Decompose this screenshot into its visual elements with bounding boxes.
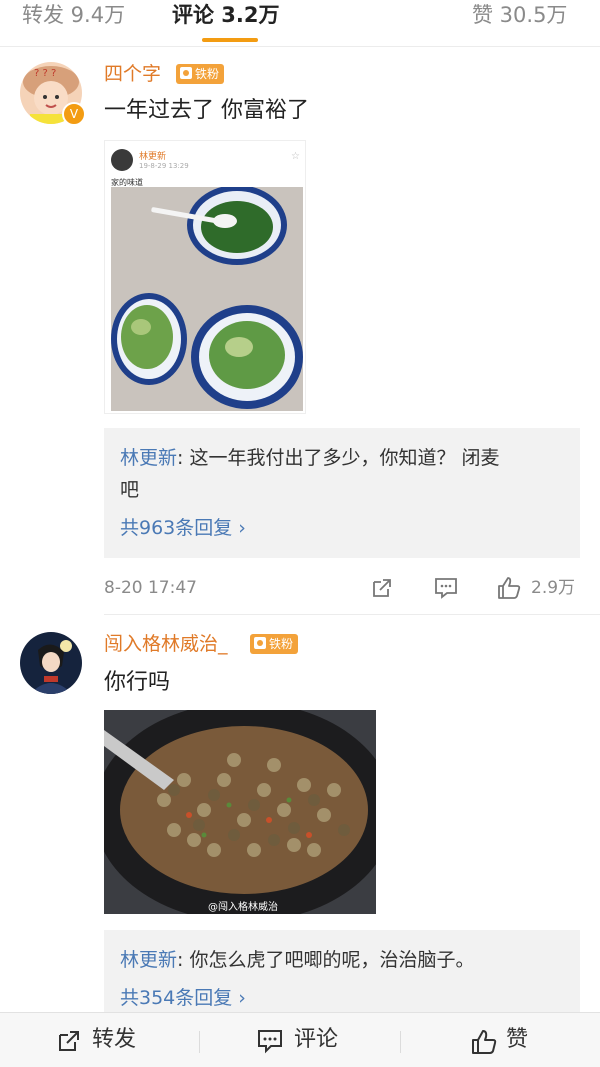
repost-label: 转发: [92, 1027, 137, 1052]
avatar[interactable]: [20, 632, 82, 694]
embedded-time: 19-8-29 13:29: [139, 162, 189, 170]
reply-text-wrap: 吧: [120, 479, 140, 501]
embedded-author: 林更新: [139, 152, 167, 162]
reply-line: 林更新: 这一年我付出了多少，你知道？ 闭麦: [120, 442, 566, 474]
like-icon[interactable]: [496, 575, 522, 601]
like-label: 赞: [506, 1027, 529, 1052]
comment-username[interactable]: 四个字: [104, 62, 161, 86]
dishes-photo: [111, 187, 303, 411]
comment-label: 评论: [294, 1027, 339, 1052]
comment-tabs: 转发 9.4万 评论 3.2万 赞 30.5万: [0, 0, 600, 46]
snail-dish-photo: [104, 710, 376, 914]
fan-badge-label: 铁粉: [195, 67, 220, 81]
embedded-post-image[interactable]: 林更新 19-8-29 13:29 ☆ 家的味道: [104, 140, 306, 414]
image-watermark: @闯入格林威治: [208, 902, 278, 913]
tab-comments[interactable]: 评论 3.2万: [172, 0, 280, 30]
share-icon[interactable]: [370, 576, 394, 600]
like-bar-icon: [472, 1030, 497, 1054]
repost-icon: [59, 1031, 79, 1051]
fan-badge-label: 铁粉: [269, 637, 294, 651]
comment-text: 你行吗: [104, 670, 171, 695]
reply-username[interactable]: 林更新: [120, 447, 177, 469]
reply-line: 林更新: 你怎么虎了吧唧的呢，治治脑子。: [120, 944, 566, 976]
comment-text: 一年过去了 你富裕了: [104, 98, 309, 123]
tab-likes[interactable]: 赞 30.5万: [472, 0, 567, 30]
tabs-divider: [0, 46, 600, 47]
like-count: 2.9万: [531, 578, 576, 598]
svg-text:? ? ?: ? ? ?: [34, 68, 56, 79]
bar-separator: [199, 1031, 200, 1053]
comment-time: 8-20 17:47: [104, 578, 197, 598]
reply-preview[interactable]: 林更新: 你怎么虎了吧唧的呢，治治脑子。 共354条回复 ›: [104, 930, 580, 1012]
comment-divider: [104, 614, 600, 615]
repost-button[interactable]: 转发: [56, 1013, 166, 1067]
view-replies-link[interactable]: 共354条回复 ›: [120, 984, 246, 1012]
comment-image[interactable]: @闯入格林威治: [104, 710, 376, 914]
bottom-action-bar: 转发 评论 赞: [0, 1012, 600, 1067]
comment-item: 闯入格林威治_ 铁粉 你行吗 @闯入格林威治 林更新: 你怎么虎了吧唧的呢，治治…: [0, 626, 600, 1012]
fan-heart-icon: [180, 67, 192, 79]
comment-bar-icon: [258, 1030, 282, 1054]
like-button[interactable]: 赞: [470, 1013, 550, 1067]
comment-username[interactable]: 闯入格林威治_: [104, 632, 228, 656]
fan-badge: 铁粉: [250, 634, 299, 654]
comment-item: ? ? ? V 四个字 铁粉 一年过去了 你富裕了 林更新 19-8-29 13…: [0, 56, 600, 616]
embedded-avatar: [111, 149, 133, 171]
tab-reposts[interactable]: 转发 9.4万: [22, 0, 125, 30]
view-replies-link[interactable]: 共963条回复 ›: [120, 514, 246, 542]
reply-username[interactable]: 林更新: [120, 949, 177, 971]
verified-badge-icon: V: [62, 102, 86, 126]
reply-text: : 你怎么虎了吧唧的呢，治治脑子。: [177, 949, 475, 971]
active-tab-indicator: [202, 38, 258, 42]
comment-icon[interactable]: [433, 576, 459, 600]
reply-text: : 这一年我付出了多少，你知道？ 闭麦: [177, 447, 500, 469]
fan-heart-icon: [254, 637, 266, 649]
reply-preview[interactable]: 林更新: 这一年我付出了多少，你知道？ 闭麦 吧 共963条回复 ›: [104, 428, 580, 558]
fan-badge: 铁粉: [176, 64, 225, 84]
bar-separator: [400, 1031, 401, 1053]
comment-button[interactable]: 评论: [256, 1013, 366, 1067]
embedded-star-icon: ☆: [291, 151, 300, 162]
